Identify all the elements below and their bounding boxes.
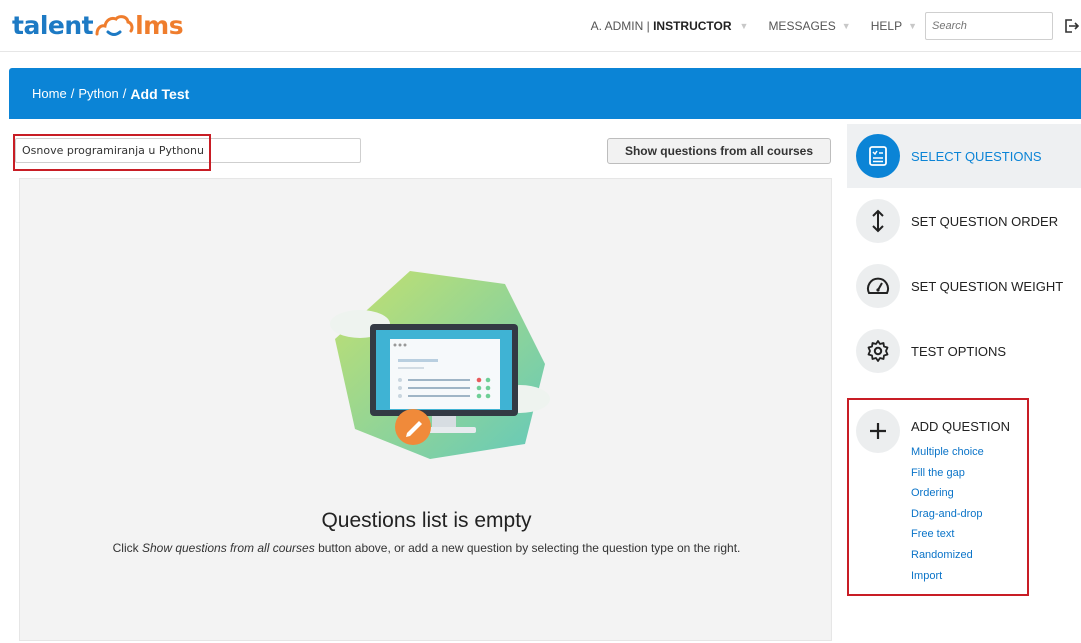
checklist-icon <box>856 134 900 178</box>
highlight-box-add-question <box>847 398 1029 596</box>
show-all-courses-button[interactable]: Show questions from all courses <box>607 138 831 164</box>
empty-desc-prefix: Click <box>112 541 142 555</box>
breadcrumb-separator: / <box>70 86 75 101</box>
step-set-question-weight[interactable]: SET QUESTION WEIGHT <box>847 254 1081 318</box>
page-title: Add Test <box>130 85 190 102</box>
step-select-questions[interactable]: SELECT QUESTIONS <box>847 124 1081 188</box>
user-caret-icon[interactable]: ▼ <box>740 21 749 31</box>
logo-text-talent: talent <box>12 10 94 40</box>
messages-link[interactable]: MESSAGES <box>768 19 835 33</box>
talentlms-logo[interactable]: talent lms <box>12 8 184 42</box>
highlight-box-course <box>13 134 211 171</box>
logo-text-lms: lms <box>135 10 184 40</box>
step-label: SELECT QUESTIONS <box>911 148 1042 164</box>
step-set-question-order[interactable]: SET QUESTION ORDER <box>847 189 1081 253</box>
gear-icon <box>856 329 900 373</box>
step-label: TEST OPTIONS <box>911 343 1007 359</box>
user-menu[interactable]: A. ADMIN | INSTRUCTOR <box>591 19 732 33</box>
logout-icon[interactable] <box>1063 16 1081 36</box>
help-caret-icon[interactable]: ▼ <box>908 21 917 31</box>
user-role: INSTRUCTOR <box>653 19 732 33</box>
step-test-options[interactable]: TEST OPTIONS <box>847 319 1081 383</box>
breadcrumb: Home / Python / Add Test <box>9 68 1081 119</box>
messages-caret-icon[interactable]: ▼ <box>842 21 851 31</box>
user-separator: | <box>643 19 654 33</box>
questions-empty-state: Questions list is empty Click Show quest… <box>19 178 832 641</box>
empty-desc-emphasis: Show questions from all courses <box>141 541 315 555</box>
empty-questions-illustration <box>330 271 550 459</box>
gauge-icon <box>856 264 900 308</box>
step-label: SET QUESTION ORDER <box>911 213 1059 229</box>
user-name: A. ADMIN <box>590 19 644 33</box>
breadcrumb-separator: / <box>122 86 127 101</box>
empty-desc-suffix: button above, or add a new question by s… <box>314 541 741 555</box>
cloud-icon <box>95 15 134 36</box>
breadcrumb-home[interactable]: Home <box>32 86 67 101</box>
vertical-arrows-icon <box>856 199 900 243</box>
empty-state-description: Click Show questions from all courses bu… <box>20 541 833 555</box>
help-link[interactable]: HELP <box>871 19 902 33</box>
empty-state-title: Questions list is empty <box>321 509 532 532</box>
top-header: talent lms A. ADMIN | INSTRUCTOR ▼ MESSA… <box>0 0 1081 52</box>
step-label: SET QUESTION WEIGHT <box>911 278 1064 294</box>
breadcrumb-course[interactable]: Python <box>78 86 118 101</box>
top-nav: A. ADMIN | INSTRUCTOR ▼ MESSAGES ▼ HELP … <box>591 0 1081 52</box>
search-input[interactable] <box>925 12 1053 40</box>
